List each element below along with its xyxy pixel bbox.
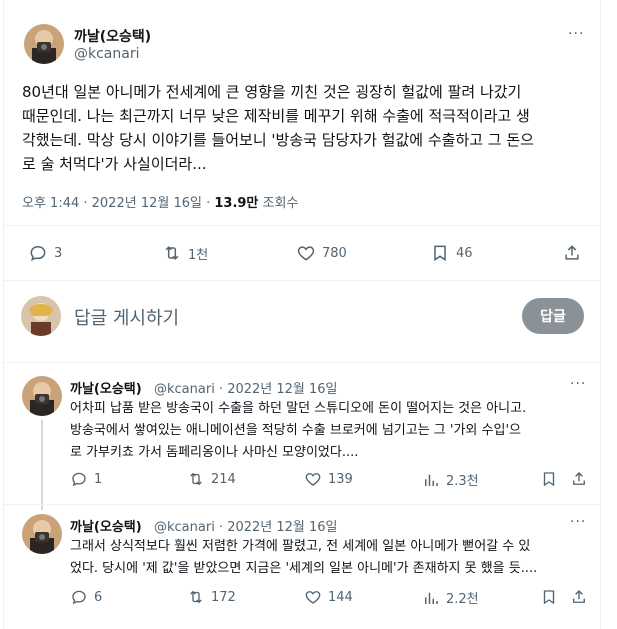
divider [4, 225, 600, 226]
bookmark-icon [543, 590, 555, 605]
author-name[interactable]: 까날(오승택) [70, 516, 142, 535]
bookmark-icon [543, 472, 555, 487]
thread-connector [41, 420, 43, 510]
views-button[interactable]: 2.2천 [422, 588, 479, 607]
views-count: 2.2천 [446, 592, 479, 607]
views-button[interactable]: 2.3천 [422, 470, 479, 489]
tweet-timestamp[interactable]: 오후 1:44 · 2022년 12월 16일 · [22, 196, 214, 211]
reply-count: 6 [94, 589, 103, 605]
like-count: 144 [328, 589, 353, 605]
reply-button[interactable]: 6 [70, 588, 102, 606]
bookmark-button[interactable] [540, 470, 558, 488]
retweet-button[interactable]: 214 [187, 470, 236, 488]
reply-meta[interactable]: @kcanari · 2022년 12월 16일 [154, 378, 338, 397]
like-icon [297, 246, 315, 261]
user-avatar[interactable] [21, 296, 61, 336]
reply-input[interactable]: 답글 게시하기 [74, 304, 179, 330]
retweet-icon [190, 590, 202, 604]
bookmark-count: 46 [456, 245, 473, 261]
reply-line: 방송국에서 쌓여있는 애니메이션을 적당히 수출 브로커에 넘기고는 그 '가외… [70, 423, 521, 438]
reply-icon [72, 590, 86, 605]
reply-icon [30, 245, 46, 262]
more-icon[interactable]: ··· [570, 376, 586, 392]
reply-line: 로 가부키쵸 가서 돔페리옹이나 사마신 모양이었다.... [70, 445, 359, 460]
retweet-icon [190, 472, 202, 486]
bookmark-icon [434, 245, 446, 262]
reply-count: 3 [54, 245, 63, 261]
more-icon[interactable]: ··· [568, 26, 584, 42]
retweet-count: 1천 [188, 247, 209, 263]
author-avatar[interactable] [22, 376, 62, 416]
tweet-text: 80년대 일본 아니메가 전세계에 큰 영향을 끼친 것은 굉장히 헐값에 팔려… [22, 80, 597, 176]
share-icon [573, 590, 585, 603]
author-handle[interactable]: @kcanari [74, 46, 139, 62]
share-icon [573, 472, 585, 485]
views-count: 2.3천 [446, 474, 479, 489]
divider [4, 362, 600, 363]
reply-line: 그래서 상식적보다 훨씬 저렴한 가격에 팔렸고, 전 세계에 일본 아니메가 … [70, 539, 531, 554]
reply-line: 어차피 납품 받은 방송국이 수출을 하던 말던 스튜디오에 돈이 떨어지는 것… [70, 401, 527, 416]
retweet-button[interactable]: 172 [187, 588, 236, 606]
author-avatar[interactable] [22, 514, 62, 554]
like-count: 139 [328, 471, 353, 487]
like-button[interactable]: 139 [304, 470, 353, 488]
share-button[interactable] [562, 243, 582, 263]
reply-line: 었다. 당시에 '제 값'을 받았으면 지금은 '세계의 일본 아니메'가 존재… [70, 561, 538, 576]
retweet-count: 214 [211, 471, 236, 487]
retweet-button[interactable]: 1천 [162, 243, 208, 263]
views-icon [425, 474, 438, 486]
reply-composer: 답글 게시하기 답글 [4, 288, 600, 348]
reply-meta[interactable]: @kcanari · 2022년 12월 16일 [154, 516, 338, 535]
like-count: 780 [322, 245, 347, 261]
reply-icon [72, 472, 86, 487]
retweet-count: 172 [211, 589, 236, 605]
tweet-line: 80년대 일본 아니메가 전세계에 큰 영향을 끼친 것은 굉장히 헐값에 팔려… [22, 83, 522, 101]
reply-submit-button[interactable]: 답글 [522, 298, 584, 334]
reply-button[interactable]: 1 [70, 470, 102, 488]
bookmark-button[interactable] [540, 588, 558, 606]
reply-button[interactable]: 3 [28, 243, 62, 263]
share-button[interactable] [570, 588, 588, 606]
reply-text: 그래서 상식적보다 훨씬 저렴한 가격에 팔렸고, 전 세계에 일본 아니메가 … [70, 536, 595, 580]
view-label: 조회수 [258, 196, 299, 211]
view-count: 13.9만 [214, 196, 259, 211]
like-button[interactable]: 144 [304, 588, 353, 606]
reply-count: 1 [94, 471, 103, 487]
tweet-meta: 오후 1:44 · 2022년 12월 16일 · 13.9만 조회수 [22, 192, 298, 211]
divider [4, 504, 600, 505]
like-button[interactable]: 780 [296, 243, 347, 263]
divider [4, 280, 600, 281]
share-icon [565, 245, 579, 260]
reply-text: 어차피 납품 받은 방송국이 수출을 하던 말던 스튜디오에 돈이 떨어지는 것… [70, 398, 595, 464]
more-icon[interactable]: ··· [570, 514, 586, 530]
retweet-icon [165, 246, 179, 260]
tweet-line: 로 술 처먹다'가 사실이더라... [22, 155, 207, 173]
timeline-frame: 까날(오승택) @kcanari ··· 80년대 일본 아니메가 전세계에 큰… [3, 0, 601, 629]
share-button[interactable] [570, 470, 588, 488]
bookmark-button[interactable]: 46 [430, 243, 473, 263]
author-avatar[interactable] [24, 24, 64, 64]
tweet-line: 때문인데. 나는 최근까지 너무 낮은 제작비를 메꾸기 위해 수출에 적극적이… [22, 107, 530, 125]
author-name[interactable]: 까날(오승택) [74, 26, 151, 46]
like-icon [305, 591, 321, 604]
like-icon [305, 473, 321, 486]
tweet-line: 각했는데. 막상 당시 이야기를 들어보니 '방송국 담당자가 헐값에 수출하고… [22, 131, 534, 149]
views-icon [425, 592, 438, 604]
author-name[interactable]: 까날(오승택) [70, 378, 142, 397]
